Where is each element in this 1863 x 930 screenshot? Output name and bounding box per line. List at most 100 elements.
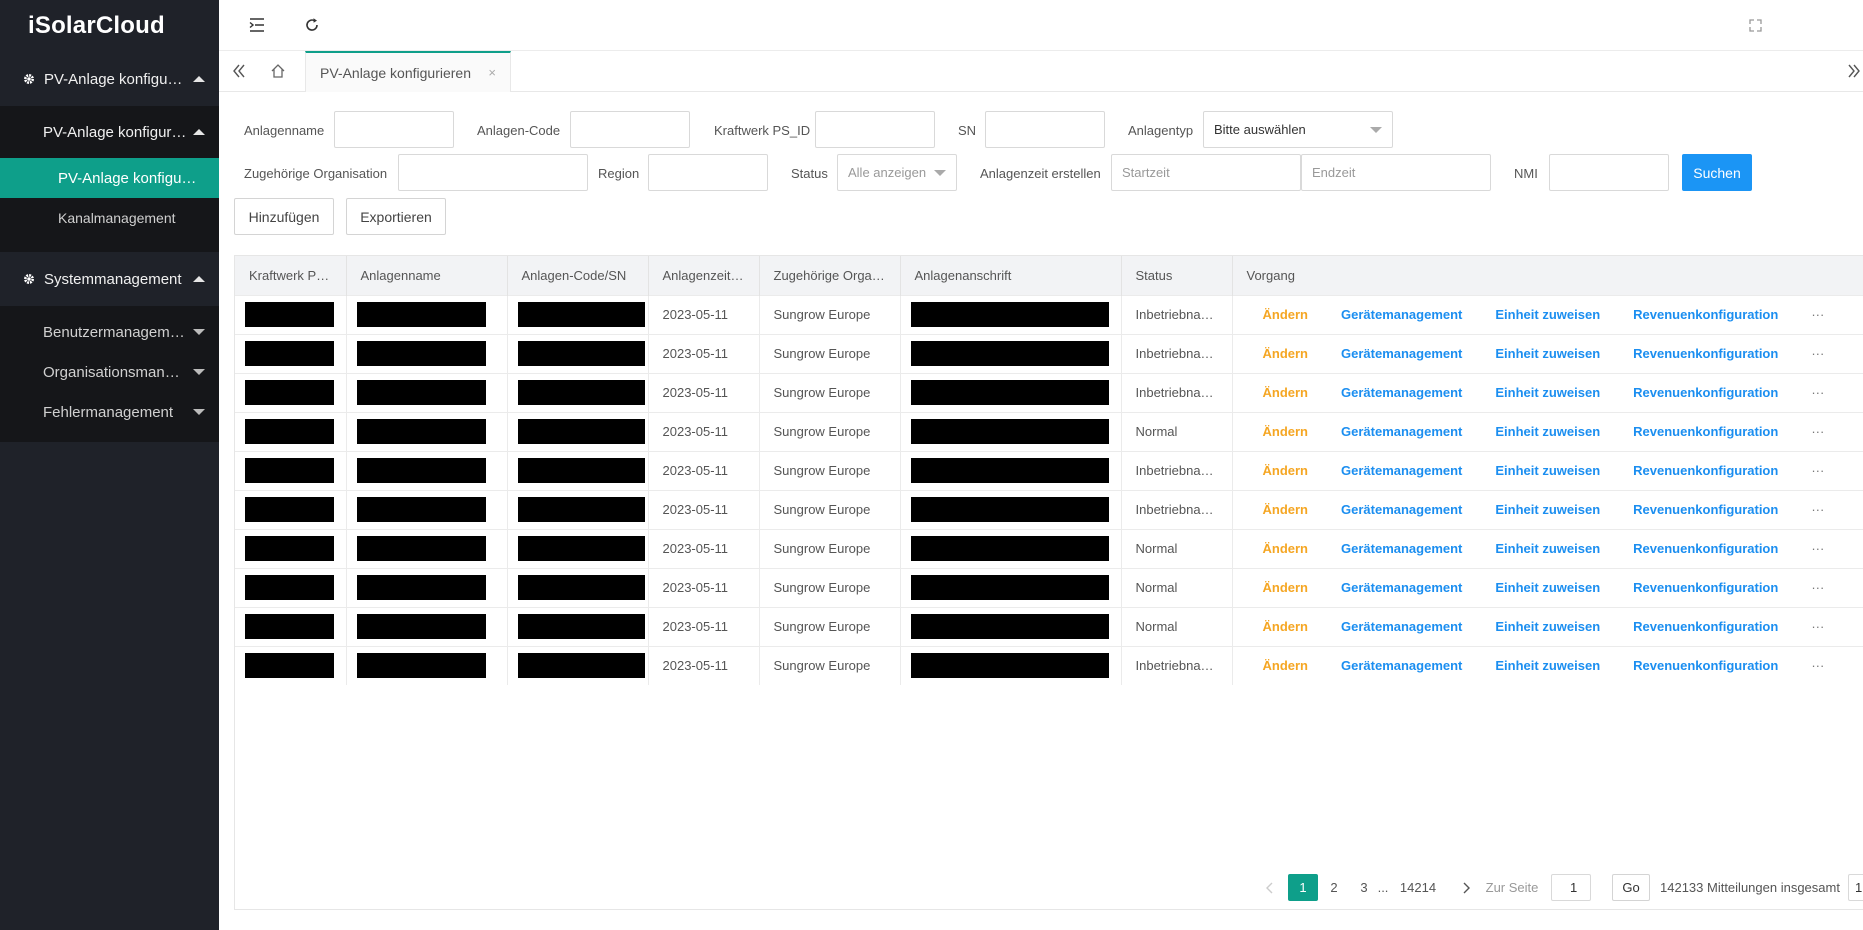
sidebar-item-fehlermanagement[interactable]: Fehlermanagement — [0, 392, 219, 432]
edit-link[interactable]: Ändern — [1263, 307, 1309, 322]
einheit-zuweisen-link[interactable]: Einheit zuweisen — [1495, 619, 1600, 634]
menu-collapse-icon[interactable] — [246, 14, 268, 36]
revenuenkonfiguration-link[interactable]: Revenuenkonfiguration — [1633, 463, 1778, 478]
einheit-zuweisen-link[interactable]: Einheit zuweisen — [1495, 424, 1600, 439]
fullscreen-icon[interactable] — [1745, 15, 1765, 35]
revenuenkonfiguration-link[interactable]: Revenuenkonfiguration — [1633, 541, 1778, 556]
einheit-zuweisen-link[interactable]: Einheit zuweisen — [1495, 463, 1600, 478]
revenuenkonfiguration-link[interactable]: Revenuenkonfiguration — [1633, 385, 1778, 400]
startzeit-input[interactable]: Startzeit — [1111, 154, 1301, 191]
geraetemanagement-link[interactable]: Gerätemanagement — [1341, 580, 1462, 595]
page-last[interactable]: 14214 — [1396, 874, 1440, 901]
sidebar-item-kanalmanagement[interactable]: Kanalmanagement — [0, 198, 219, 238]
einheit-zuweisen-link[interactable]: Einheit zuweisen — [1495, 346, 1600, 361]
einheit-zuweisen-link[interactable]: Einheit zuweisen — [1495, 658, 1600, 673]
more-actions-icon[interactable]: ··· — [1811, 658, 1824, 673]
more-actions-icon[interactable]: ··· — [1811, 346, 1824, 361]
organisation-input[interactable] — [398, 154, 588, 191]
chevrons-left-icon[interactable] — [229, 61, 249, 81]
export-button[interactable]: Exportieren — [346, 198, 446, 235]
add-button[interactable]: Hinzufügen — [234, 198, 334, 235]
status-select[interactable]: Alle anzeigen — [837, 154, 957, 191]
more-actions-icon[interactable]: ··· — [1811, 463, 1824, 478]
search-button[interactable]: Suchen — [1682, 154, 1752, 191]
col-header[interactable]: Anlagenzeit… — [648, 256, 760, 295]
redacted-block — [245, 458, 334, 483]
cell-ps-id — [235, 606, 347, 646]
close-icon[interactable]: × — [488, 65, 496, 80]
more-actions-icon[interactable]: ··· — [1811, 580, 1824, 595]
col-header[interactable]: Zugehörige Orga… — [759, 256, 901, 295]
page-ellipsis[interactable]: ... — [1376, 874, 1390, 901]
menu-pv-anlage[interactable]: PV-Anlage konfigurie… — [0, 52, 219, 106]
submenu-pv-anlage[interactable]: PV-Anlage konfigurie… — [0, 106, 219, 158]
page-3[interactable]: 3 — [1352, 874, 1376, 901]
chevrons-right-icon[interactable] — [1844, 61, 1863, 81]
edit-link[interactable]: Ändern — [1263, 541, 1309, 556]
einheit-zuweisen-link[interactable]: Einheit zuweisen — [1495, 385, 1600, 400]
einheit-zuweisen-link[interactable]: Einheit zuweisen — [1495, 580, 1600, 595]
endzeit-input[interactable]: Endzeit — [1301, 154, 1491, 191]
page-2[interactable]: 2 — [1322, 874, 1346, 901]
einheit-zuweisen-link[interactable]: Einheit zuweisen — [1495, 541, 1600, 556]
col-header[interactable]: Anlagenname — [346, 256, 508, 295]
tab-pv-anlage-konfigurieren[interactable]: PV-Anlage konfigurieren × — [305, 51, 511, 92]
geraetemanagement-link[interactable]: Gerätemanagement — [1341, 502, 1462, 517]
geraetemanagement-link[interactable]: Gerätemanagement — [1341, 307, 1462, 322]
home-icon[interactable] — [268, 61, 288, 81]
page-size-select[interactable]: 1 — [1848, 874, 1863, 901]
sidebar-item-pv-anlage-konfigurieren[interactable]: PV-Anlage konfigu… — [0, 158, 219, 198]
goto-page-input[interactable]: 1 — [1551, 874, 1591, 901]
go-button[interactable]: Go — [1612, 874, 1650, 901]
edit-link[interactable]: Ändern — [1263, 580, 1309, 595]
menu-group-pv: PV-Anlage konfigurie… PV-Anlage konfigur… — [0, 52, 219, 252]
edit-link[interactable]: Ändern — [1263, 385, 1309, 400]
anlagenname-input[interactable] — [334, 111, 454, 148]
edit-link[interactable]: Ändern — [1263, 424, 1309, 439]
revenuenkonfiguration-link[interactable]: Revenuenkonfiguration — [1633, 502, 1778, 517]
anlagen-code-input[interactable] — [570, 111, 690, 148]
ps-id-input[interactable] — [815, 111, 935, 148]
revenuenkonfiguration-link[interactable]: Revenuenkonfiguration — [1633, 619, 1778, 634]
more-actions-icon[interactable]: ··· — [1811, 619, 1824, 634]
edit-link[interactable]: Ändern — [1263, 658, 1309, 673]
geraetemanagement-link[interactable]: Gerätemanagement — [1341, 541, 1462, 556]
einheit-zuweisen-link[interactable]: Einheit zuweisen — [1495, 502, 1600, 517]
revenuenkonfiguration-link[interactable]: Revenuenkonfiguration — [1633, 307, 1778, 322]
col-header[interactable]: Kraftwerk P… — [235, 256, 347, 295]
anlagentyp-select[interactable]: Bitte auswählen — [1203, 111, 1393, 148]
sidebar-item-organisationsmanagement[interactable]: Organisationsmanag… — [0, 352, 219, 392]
einheit-zuweisen-link[interactable]: Einheit zuweisen — [1495, 307, 1600, 322]
more-actions-icon[interactable]: ··· — [1811, 424, 1824, 439]
refresh-icon[interactable] — [301, 14, 323, 36]
chevron-left-icon[interactable] — [1262, 874, 1276, 901]
sn-input[interactable] — [985, 111, 1105, 148]
more-actions-icon[interactable]: ··· — [1811, 385, 1824, 400]
more-actions-icon[interactable]: ··· — [1811, 541, 1824, 556]
menu-systemmanagement[interactable]: Systemmanagement — [0, 252, 219, 306]
col-header[interactable]: Anlagen-Code/SN — [507, 256, 649, 295]
edit-link[interactable]: Ändern — [1263, 346, 1309, 361]
geraetemanagement-link[interactable]: Gerätemanagement — [1341, 619, 1462, 634]
revenuenkonfiguration-link[interactable]: Revenuenkonfiguration — [1633, 346, 1778, 361]
geraetemanagement-link[interactable]: Gerätemanagement — [1341, 385, 1462, 400]
edit-link[interactable]: Ändern — [1263, 619, 1309, 634]
geraetemanagement-link[interactable]: Gerätemanagement — [1341, 346, 1462, 361]
col-header[interactable]: Anlagenanschrift — [900, 256, 1122, 295]
revenuenkonfiguration-link[interactable]: Revenuenkonfiguration — [1633, 658, 1778, 673]
more-actions-icon[interactable]: ··· — [1811, 307, 1824, 322]
geraetemanagement-link[interactable]: Gerätemanagement — [1341, 658, 1462, 673]
edit-link[interactable]: Ändern — [1263, 463, 1309, 478]
nmi-input[interactable] — [1549, 154, 1669, 191]
geraetemanagement-link[interactable]: Gerätemanagement — [1341, 424, 1462, 439]
revenuenkonfiguration-link[interactable]: Revenuenkonfiguration — [1633, 424, 1778, 439]
sidebar-item-benutzermanagement[interactable]: Benutzermanagement — [0, 312, 219, 352]
revenuenkonfiguration-link[interactable]: Revenuenkonfiguration — [1633, 580, 1778, 595]
col-header[interactable]: Status — [1121, 256, 1233, 295]
edit-link[interactable]: Ändern — [1263, 502, 1309, 517]
more-actions-icon[interactable]: ··· — [1811, 502, 1824, 517]
page-1[interactable]: 1 — [1288, 874, 1318, 901]
chevron-right-icon[interactable] — [1460, 874, 1474, 901]
region-input[interactable] — [648, 154, 768, 191]
geraetemanagement-link[interactable]: Gerätemanagement — [1341, 463, 1462, 478]
